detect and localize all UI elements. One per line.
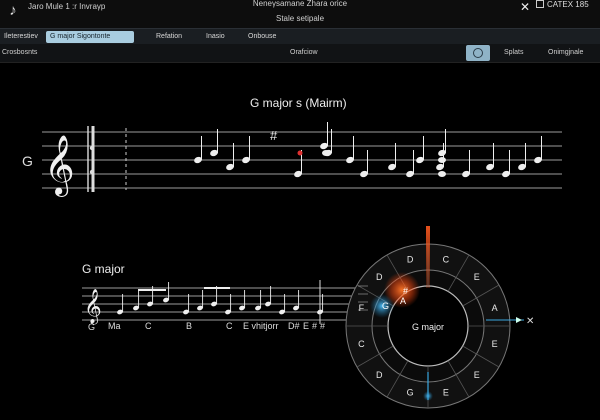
lower-label: E vhitjorr [243,321,279,331]
highlight-beam [426,226,430,288]
circle-key-label[interactable]: E [474,370,480,380]
lower-label: D# [288,321,300,331]
circle-key-label[interactable]: A [492,303,498,313]
tab-g-major-sigontonte[interactable]: G major Sigontonte [46,31,134,43]
repeat-dot [89,145,95,151]
lower-label: C [145,321,152,331]
tab-refation[interactable]: Refation [152,31,186,43]
tab-ileterestiev[interactable]: Ileterestiev [0,31,42,43]
toolbar: Crosbosnts Orafciow Splats Onimgjnale [0,44,600,63]
lower-staff: 𝄞 [82,280,355,325]
circle-key-label[interactable]: F [359,303,365,313]
repeat-dot [89,169,95,175]
circle-inner-a: A [400,296,406,306]
tab-inasio[interactable]: Inasio [202,31,229,43]
lower-label: # [320,321,326,331]
lower-label: B [186,321,193,331]
lower-notes [117,280,324,324]
main-staff: 𝄞 # [42,122,562,197]
circle-key-label[interactable]: D [376,370,383,380]
title-bar: ♪ Jaro Mule 1 :r Invraγp Neneγsamane Zha… [0,0,600,28]
toolbar-center-item[interactable]: Orafciow [290,49,318,56]
chord-note-head [438,171,446,177]
circle-inner-g: G [382,301,389,311]
close-icon[interactable]: ✕ [520,0,530,14]
circle-key-label[interactable]: E [474,272,480,282]
tab-onbouse[interactable]: Onbouse [244,31,280,43]
circle-key-label[interactable]: D [407,254,414,264]
circle-key-label[interactable]: E [443,388,449,398]
sharp-sign: # [270,128,278,143]
lower-label: # [312,321,318,331]
lower-label: C [226,321,233,331]
circle-center-label: G major [412,322,444,332]
square-icon [536,0,544,8]
toolbar-splats-item[interactable]: Splats [504,49,523,56]
tab-bar: Ileterestiev G major Sigontonte Refation… [0,28,600,45]
main-notes [194,122,542,178]
toolbar-left-item[interactable]: Crosbosnts [2,49,37,56]
chord-note-head [322,150,330,156]
chord-note-head [438,157,446,163]
toolbar-onimgjnale-item[interactable]: Onimgjnale [548,49,583,56]
lower-label: E [303,321,310,331]
lower-label: Ma [108,321,121,331]
highlight-note-marker [297,150,303,156]
document-title: Neneγsamane Zhara orice [252,0,348,8]
treble-clef: 𝄞 [44,135,75,197]
settings-ring-button[interactable] [466,45,490,61]
pointer-close-icon[interactable]: ✕ [526,316,534,327]
document-subtitle: Stale setipale [275,14,325,23]
circle-key-label[interactable]: C [443,254,450,264]
circle-key-label[interactable]: G [407,388,414,398]
circle-inner-sharp: # [403,286,408,296]
lower-staff-title: G major [82,262,125,276]
main-staff-title: G major s (Mairm) [250,96,347,110]
right-pointer-arrow [516,317,522,323]
lower-label: G [88,322,96,332]
circle-key-label[interactable]: C [358,339,365,349]
window-menu-button[interactable]: CATEX 185 [536,0,598,12]
settings-ring-icon [473,48,483,58]
circle-of-fifths[interactable]: ✕ G major # A G C E A E E E G D C F D D [330,222,600,420]
window-menu-label: CATEX 185 [547,0,589,9]
circle-key-label[interactable]: D [376,272,383,282]
circle-key-label[interactable]: E [492,339,498,349]
treble-clef: 𝄞 [84,289,102,325]
